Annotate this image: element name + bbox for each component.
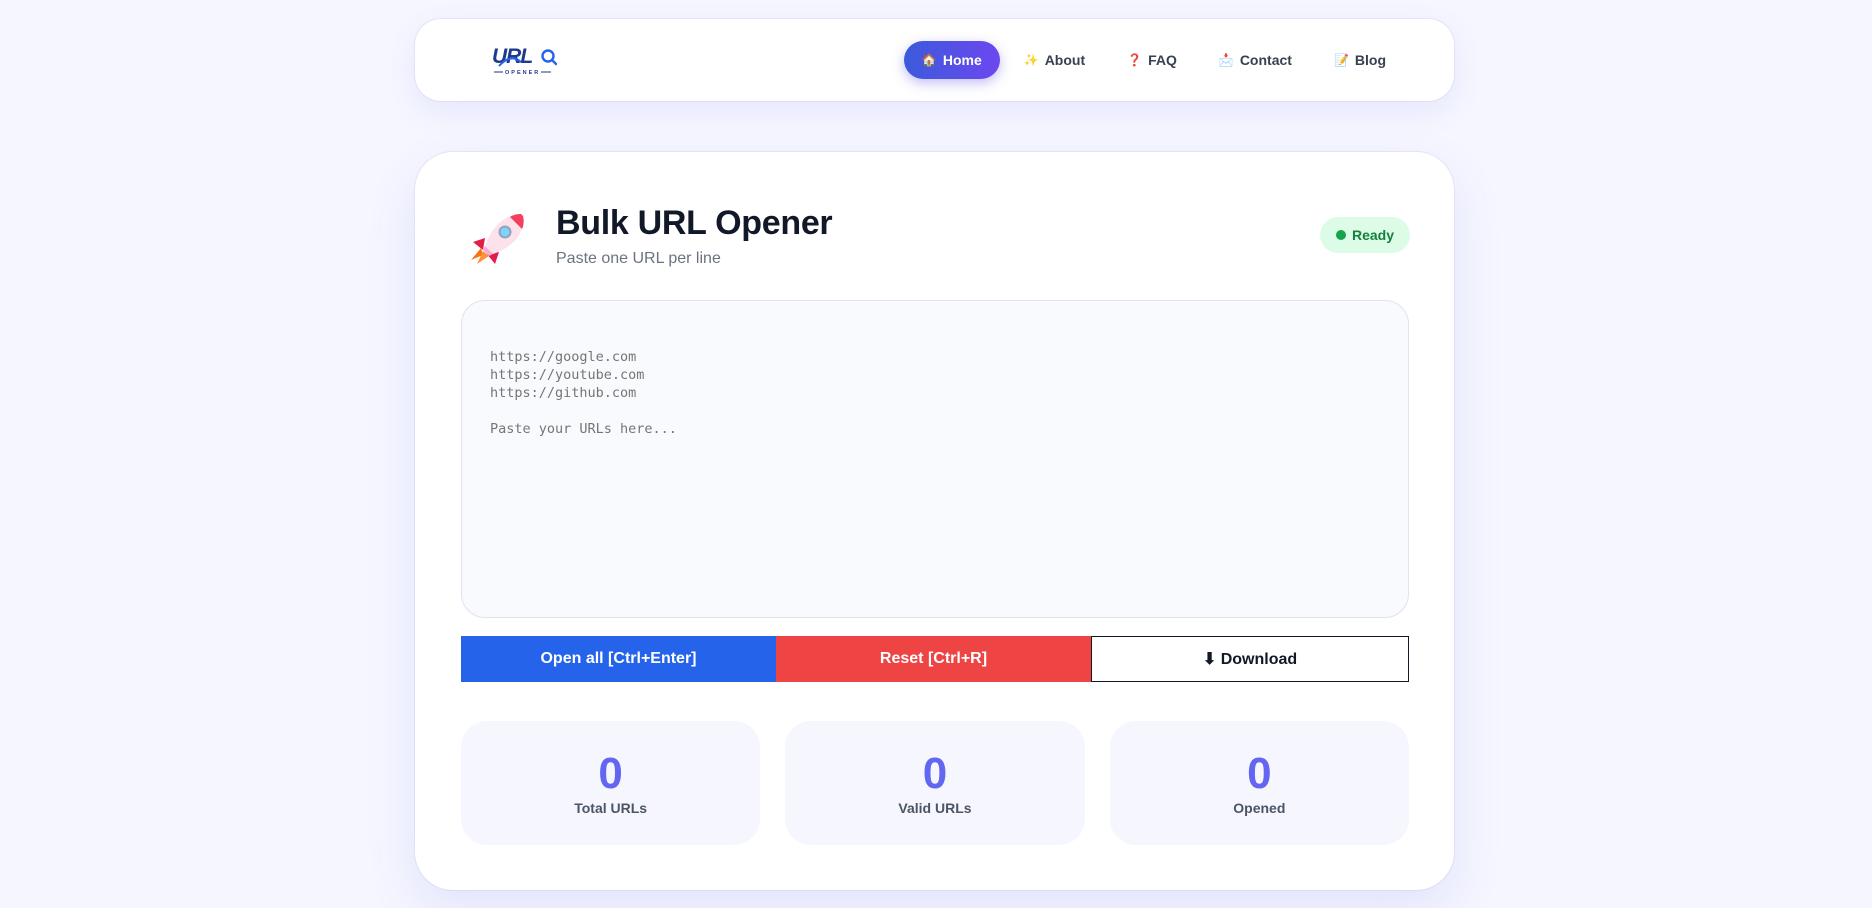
stat-label: Total URLs xyxy=(574,800,648,816)
stat-label: Opened xyxy=(1233,800,1286,816)
stat-opened: 0 Opened xyxy=(1109,721,1409,845)
site-logo[interactable]: URL OPENER xyxy=(491,43,557,77)
reset-button[interactable]: Reset [Ctrl+R] xyxy=(776,636,1091,682)
nav-item-faq[interactable]: ❓ FAQ xyxy=(1109,41,1195,79)
stat-value: 0 xyxy=(1247,749,1272,798)
rocket-icon xyxy=(471,214,524,264)
stat-value: 0 xyxy=(598,749,623,798)
stat-label: Valid URLs xyxy=(898,800,972,816)
page-subtitle: Paste one URL per line xyxy=(556,250,721,267)
envelope-icon: 📩 xyxy=(1218,53,1234,67)
nav-item-label: Home xyxy=(942,52,982,68)
sparkles-icon: ✨ xyxy=(1023,53,1039,67)
stat-value: 0 xyxy=(922,749,948,798)
status-label: Ready xyxy=(1351,227,1394,243)
download-button[interactable]: ⬇ Download xyxy=(1091,636,1409,682)
stats-panel: 0 Total URLs 0 Valid URLs 0 Opened xyxy=(461,721,1409,845)
nav-item-blog[interactable]: 📝 Blog xyxy=(1316,41,1404,79)
nav-item-about[interactable]: ✨ About xyxy=(1006,41,1103,79)
home-icon: 🏠 xyxy=(921,53,937,67)
nav-item-label: Contact xyxy=(1239,52,1292,68)
page-title: Bulk URL Opener xyxy=(556,204,833,242)
nav-item-home[interactable]: 🏠 Home xyxy=(903,41,1000,79)
url-input[interactable] xyxy=(461,300,1409,618)
svg-text:OPENER: OPENER xyxy=(505,70,540,76)
main-card: Bulk URL Opener Paste one URL per line R… xyxy=(415,152,1454,890)
open-all-button[interactable]: Open all [Ctrl+Enter] xyxy=(461,636,776,682)
stat-total-urls: 0 Total URLs xyxy=(461,721,761,845)
question-icon: ❓ xyxy=(1127,53,1143,67)
nav-item-label: Blog xyxy=(1354,52,1386,68)
nav-menu: 🏠 Home ✨ About ❓ FAQ 📩 Contact 📝 Blog xyxy=(903,41,1404,79)
stat-valid-urls: 0 Valid URLs xyxy=(785,721,1085,845)
svg-text:URL: URL xyxy=(492,45,532,68)
status-badge: Ready xyxy=(1319,217,1410,253)
nav-item-label: FAQ xyxy=(1148,52,1177,68)
memo-icon: 📝 xyxy=(1333,53,1349,67)
action-buttons: Open all [Ctrl+Enter] Reset [Ctrl+R] ⬇ D… xyxy=(461,636,1409,682)
nav-item-label: About xyxy=(1044,52,1086,68)
status-dot-icon xyxy=(1335,230,1346,240)
navbar: URL OPENER 🏠 Home ✨ About ❓ FAQ 📩 Contac… xyxy=(415,19,1454,101)
nav-item-contact[interactable]: 📩 Contact xyxy=(1201,41,1310,79)
